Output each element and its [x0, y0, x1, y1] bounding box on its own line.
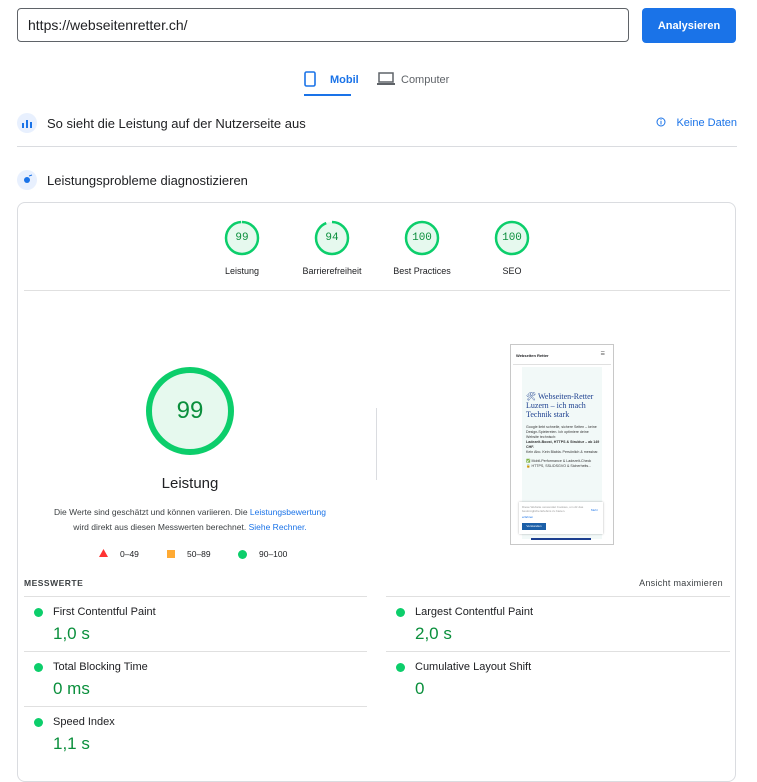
metric-si-label: Speed Index	[53, 716, 115, 728]
preview-body-1: Google liebt schnelle, sichere Seiten – …	[526, 425, 597, 439]
legend-average-label: 50–89	[187, 549, 211, 559]
page-screenshot[interactable]: Webseiten Retter ☰ 🛠 Webseiten-Retter Lu…	[510, 344, 614, 545]
analyze-button[interactable]: Analysieren	[642, 8, 736, 43]
metric-cls-label: Cumulative Layout Shift	[415, 661, 532, 673]
tab-desktop-label: Computer	[401, 74, 450, 86]
legend-fail-label: 0–49	[120, 549, 139, 559]
preview-body-2: Ladezeit-Boost, HTTPS & Struktur – ab 14…	[526, 440, 600, 449]
preview-cookie-link-2: erfahren	[522, 515, 534, 519]
gauges-divider	[24, 290, 730, 291]
preview-bottom-bar	[531, 538, 591, 540]
metric-divider	[386, 651, 730, 652]
metric-cls: Cumulative Layout Shift 0	[396, 661, 531, 699]
preview-headline: 🛠 Webseiten-Retter Luzern – ich mach Tec…	[526, 392, 594, 419]
score-label: SEO	[502, 266, 522, 276]
preview-cookie-button: Verstanden	[522, 523, 546, 530]
field-data-section: So sieht die Leistung auf der Nutzerseit…	[17, 108, 737, 138]
no-data-label: Keine Daten	[676, 117, 737, 129]
pass-icon	[396, 607, 405, 617]
metrics-title: MESSWERTE	[24, 578, 84, 588]
score-label: Leistung	[224, 266, 260, 276]
metric-cls-value: 0	[415, 679, 425, 698]
legend-fail: 0–49	[99, 549, 139, 559]
tab-mobile-label: Mobil	[330, 74, 359, 86]
url-input[interactable]: https://webseitenretter.ch/	[17, 8, 629, 42]
pass-icon	[396, 662, 405, 672]
score-gauge-barrierefreiheit[interactable]: 94	[314, 220, 350, 256]
metric-divider	[24, 596, 367, 597]
field-data-title: So sieht die Leistung auf der Nutzerseit…	[47, 115, 306, 131]
preview-header-divider	[513, 364, 611, 365]
score-label: Barrierefreiheit	[302, 266, 362, 276]
calculator-link[interactable]: Siehe Rechner.	[249, 522, 307, 532]
scoring-link[interactable]: Leistungsbewertung	[250, 507, 326, 517]
preview-cookie-banner: Diese Website verwendet Cookies, um dir …	[519, 502, 603, 534]
preview-check-2: 🔒 HTTPS, SSL/DSGVO & Sicherheits...	[526, 464, 592, 468]
score-gauge-seo[interactable]: 100	[494, 220, 530, 256]
preview-body-3: Kein Abo. Kein Blabla. Persönlich & mess…	[526, 450, 599, 454]
preview-brand: Webseiten Retter	[516, 353, 549, 358]
preview-menu-icon: ☰	[600, 351, 605, 357]
preview-body: Google liebt schnelle, sichere Seiten – …	[526, 425, 600, 469]
performance-label: Leistung	[161, 475, 219, 492]
preview-cookie-link: Mehr	[591, 508, 598, 512]
metric-lcp-value: 2,0 s	[415, 624, 452, 643]
metric-tbt-value: 0 ms	[53, 679, 90, 698]
legend-average: 50–89	[167, 549, 211, 559]
score-gauge-best-practices[interactable]: 100	[404, 220, 440, 256]
lab-icon	[17, 170, 37, 190]
score-gauge-leistung[interactable]: 99	[224, 220, 260, 256]
square-icon	[167, 550, 175, 558]
score-value: 100	[412, 232, 432, 244]
metric-si-value: 1,1 s	[53, 734, 90, 753]
score-note-text-2: wird direkt aus diesen Messwerten berech…	[73, 522, 249, 532]
users-chart-icon	[17, 113, 37, 133]
section-divider	[17, 146, 737, 147]
preview-cookie-text: Diese Website verwendet Cookies, um dir …	[522, 505, 584, 513]
score-value: 94	[325, 232, 339, 244]
metric-divider	[24, 651, 367, 652]
legend-pass: 90–100	[238, 549, 287, 559]
metric-fcp-label: First Contentful Paint	[53, 606, 156, 618]
metric-lcp-label: Largest Contentful Paint	[415, 606, 534, 618]
score-label: Best Practices	[393, 266, 451, 276]
pass-icon	[34, 717, 43, 727]
score-value: 100	[502, 232, 522, 244]
circle-icon	[238, 549, 247, 559]
score-value: 99	[235, 232, 249, 244]
phone-icon	[304, 70, 316, 90]
metric-lcp: Largest Contentful Paint 2,0 s	[396, 606, 533, 644]
laptop-icon	[377, 71, 395, 89]
pass-icon	[34, 662, 43, 672]
metric-divider	[24, 706, 367, 707]
metric-fcp-value: 1,0 s	[53, 624, 90, 643]
score-note-text: Die Werte sind geschätzt und können vari…	[53, 507, 250, 517]
info-icon	[656, 117, 666, 130]
tab-mobile[interactable]: Mobil	[304, 66, 359, 96]
metric-tbt-label: Total Blocking Time	[53, 661, 148, 673]
triangle-icon	[99, 549, 108, 559]
no-data-link[interactable]: Keine Daten	[656, 117, 737, 130]
performance-gauge: 99	[146, 367, 234, 455]
vertical-divider	[376, 408, 377, 480]
metric-divider	[386, 596, 730, 597]
tab-desktop[interactable]: Computer	[377, 66, 457, 94]
pass-icon	[34, 607, 43, 617]
metric-tbt: Total Blocking Time 0 ms	[34, 661, 148, 699]
metric-fcp: First Contentful Paint 1,0 s	[34, 606, 156, 644]
diagnose-title: Leistungsprobleme diagnostizieren	[47, 172, 248, 188]
legend-pass-label: 90–100	[259, 549, 288, 559]
expand-view-toggle[interactable]: Ansicht maximieren	[600, 578, 723, 588]
diagnose-section: Leistungsprobleme diagnostizieren	[17, 165, 737, 195]
metric-si: Speed Index 1,1 s	[34, 716, 115, 754]
score-note: Die Werte sind geschätzt und können vari…	[40, 505, 340, 535]
